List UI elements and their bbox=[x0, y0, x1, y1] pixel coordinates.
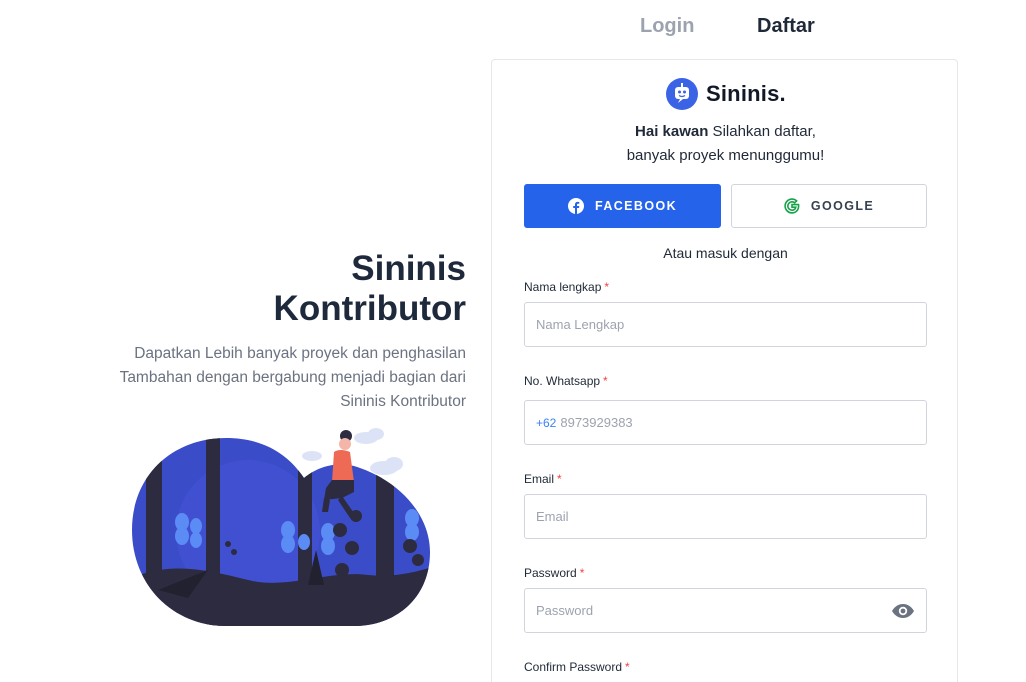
required-mark: * bbox=[557, 472, 562, 486]
name-label-text: Nama lengkap bbox=[524, 280, 602, 294]
country-code-prefix: +62 bbox=[536, 415, 557, 430]
required-mark: * bbox=[579, 566, 585, 580]
welcome-line1: Hai kawan Silahkan daftar, bbox=[492, 120, 959, 144]
hero-subtitle-line3: Sininis Kontributor bbox=[340, 393, 466, 410]
password-input[interactable] bbox=[536, 603, 891, 618]
password-field[interactable] bbox=[524, 588, 927, 633]
welcome-line2: banyak proyek menunggumu! bbox=[626, 147, 825, 164]
brand: Sininis. bbox=[666, 77, 786, 111]
whatsapp-label: No. Whatsapp * bbox=[524, 374, 608, 388]
robot-logo-icon bbox=[666, 78, 698, 110]
welcome-text: Hai kawan Silahkan daftar, banyak proyek… bbox=[492, 120, 959, 168]
confirm-password-label: Confirm Password * bbox=[524, 660, 630, 674]
eye-icon[interactable] bbox=[891, 603, 915, 619]
welcome-bold: Hai kawan bbox=[635, 123, 709, 140]
auth-tabs: Login Daftar bbox=[600, 11, 860, 41]
confirm-password-label-text: Confirm Password bbox=[524, 660, 623, 674]
email-field[interactable] bbox=[524, 494, 927, 539]
hero-subtitle-line2: Tambahan dengan bergabung menjadi bagian… bbox=[119, 369, 466, 386]
facebook-button[interactable]: FACEBOOK bbox=[524, 184, 721, 228]
hero-title-line1: Sininis bbox=[351, 249, 466, 288]
register-page: Sininis Kontributor Dapatkan Lebih banya… bbox=[0, 0, 1026, 682]
hero-subtitle-line1: Dapatkan Lebih banyak proyek dan penghas… bbox=[134, 345, 466, 362]
welcome-rest: Silahkan daftar, bbox=[708, 123, 816, 140]
whatsapp-label-text: No. Whatsapp bbox=[524, 374, 601, 388]
divider-text: Atau masuk dengan bbox=[663, 245, 788, 261]
password-label: Password * bbox=[524, 566, 584, 580]
google-button[interactable]: GOOGLE bbox=[731, 184, 927, 228]
hero-subtitle: Dapatkan Lebih banyak proyek dan penghas… bbox=[96, 342, 466, 414]
required-mark: * bbox=[604, 280, 610, 294]
google-label: GOOGLE bbox=[810, 199, 875, 213]
forest-illustration bbox=[132, 428, 430, 626]
tab-login[interactable]: Login bbox=[640, 11, 694, 41]
hero-title-line2: Kontributor bbox=[273, 289, 466, 328]
required-mark: * bbox=[625, 660, 630, 674]
name-label: Nama lengkap * bbox=[524, 280, 609, 294]
email-label-text: Email bbox=[524, 472, 555, 486]
hero-title: Sininis Kontributor bbox=[274, 249, 466, 329]
register-card: Sininis. Hai kawan Silahkan daftar, bany… bbox=[491, 59, 958, 682]
whatsapp-input[interactable] bbox=[560, 415, 915, 430]
facebook-icon bbox=[567, 198, 584, 214]
facebook-label: FACEBOOK bbox=[594, 199, 678, 213]
required-mark: * bbox=[603, 374, 608, 388]
name-input[interactable] bbox=[536, 317, 915, 332]
tab-daftar[interactable]: Daftar bbox=[757, 11, 815, 41]
brand-name: Sininis. bbox=[706, 81, 786, 106]
name-field[interactable] bbox=[524, 302, 927, 347]
email-input[interactable] bbox=[536, 509, 915, 524]
password-label-text: Password bbox=[524, 566, 577, 580]
whatsapp-field[interactable]: +62 bbox=[524, 400, 927, 445]
google-icon bbox=[784, 198, 800, 214]
email-label: Email * bbox=[524, 472, 562, 486]
